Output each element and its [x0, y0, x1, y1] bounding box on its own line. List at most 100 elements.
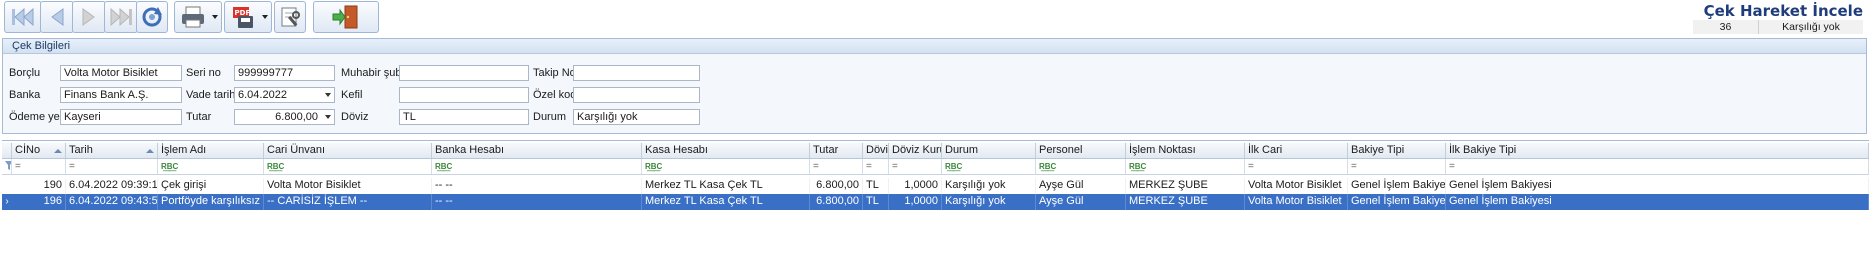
column-header-tarih[interactable]: Tarih	[66, 143, 158, 158]
table-row[interactable]: 190 6.04.2022 09:39:16 Çek girişi Volta …	[2, 178, 1869, 194]
status-row: 36 Karşılığı yok	[1693, 20, 1863, 34]
ozel-kod-field[interactable]	[573, 87, 700, 103]
cell-kasa-hesabi: Merkez TL Kasa Çek TL	[642, 178, 810, 194]
seri-no-field[interactable]: 999999777	[234, 65, 335, 81]
first-record-button[interactable]	[4, 1, 42, 33]
cell-tarih: 6.04.2022 09:39:16	[66, 178, 158, 194]
filter-cell-ilk-cari[interactable]: =	[1245, 159, 1348, 174]
last-record-button[interactable]	[104, 1, 138, 33]
muhabir-sube-field[interactable]	[399, 65, 529, 81]
next-record-button[interactable]	[72, 1, 106, 33]
print-button[interactable]	[174, 1, 222, 33]
first-record-icon	[12, 7, 34, 27]
cell-durum: Karşılığı yok	[942, 194, 1036, 210]
durum-field[interactable]: Karşılığı yok	[573, 109, 700, 125]
cell-tutar: 6.800,00	[810, 194, 863, 210]
column-header-doviz-kuru[interactable]: Döviz Kuru	[889, 143, 942, 158]
odeme-yeri-field[interactable]: Kayseri	[60, 109, 182, 125]
seri-no-label: Seri no	[186, 67, 221, 79]
tools-button[interactable]	[274, 1, 306, 33]
record-count: 36	[1719, 21, 1732, 33]
column-header-ilk-bakiye-tipi[interactable]: İlk Bakiye Tipi	[1446, 143, 1869, 158]
kefil-label: Kefil	[341, 89, 363, 101]
page-title: Çek Hareket İncele	[1703, 2, 1863, 20]
odeme-yeri-label: Ödeme yeri	[9, 111, 66, 123]
table-row-selected[interactable]: › 196 6.04.2022 09:43:54 Portföyde karşı…	[2, 194, 1869, 210]
column-header-banka-hesabi[interactable]: Banka Hesabı	[432, 143, 642, 158]
tutar-value: 6.800,00	[275, 111, 318, 123]
group-title: Çek Bilgileri	[3, 39, 1866, 54]
cell-bakiye-tipi: Genel İşlem Bakiyesi	[1348, 194, 1446, 210]
column-header-label: CİNo	[15, 144, 41, 156]
cell-ilk-bakiye-tipi: Genel İşlem Bakiyesi	[1446, 194, 1869, 210]
cell-personel: Ayşe Gül	[1036, 178, 1126, 194]
filter-cell-islem-noktasi[interactable]: R͟B͟C	[1126, 159, 1245, 174]
banka-label: Banka	[9, 89, 41, 101]
doviz-label: Döviz	[341, 111, 369, 123]
refresh-button[interactable]	[136, 1, 168, 33]
row-indicator	[2, 178, 12, 194]
previous-record-icon	[51, 8, 64, 26]
column-header-islem-noktasi[interactable]: İşlem Noktası	[1126, 143, 1245, 158]
column-header-durum[interactable]: Durum	[942, 143, 1036, 158]
column-header-kasa-hesabi[interactable]: Kasa Hesabı	[642, 143, 810, 158]
cell-banka-hesabi: -- --	[432, 194, 642, 210]
vade-tarihi-field[interactable]: 6.04.2022	[234, 87, 335, 103]
filter-cell-kasa-hesabi[interactable]: R͟B͟C	[642, 159, 810, 174]
exit-door-icon	[332, 5, 358, 29]
refresh-icon	[142, 7, 162, 27]
column-header-islem-adi[interactable]: İşlem Adı	[158, 143, 264, 158]
cell-banka-hesabi: -- --	[432, 178, 642, 194]
filter-cell-doviz-kuru[interactable]: =	[889, 159, 942, 174]
filter-cell-doviz[interactable]: =	[863, 159, 889, 174]
grid-filter-row: = = R͟B͟C R͟B͟C R͟B͟C R͟B͟C = = = R͟B͟C …	[2, 159, 1869, 175]
tutar-field[interactable]: 6.800,00	[234, 109, 335, 125]
print-dropdown-icon[interactable]	[212, 15, 218, 19]
filter-cell-durum[interactable]: R͟B͟C	[942, 159, 1036, 174]
pdf-dropdown-icon[interactable]	[262, 15, 268, 19]
filter-cell-banka-hesabi[interactable]: R͟B͟C	[432, 159, 642, 174]
kefil-field[interactable]	[399, 87, 529, 103]
column-header-ilk-cari[interactable]: İlk Cari	[1245, 143, 1348, 158]
cell-doviz: TL	[863, 194, 889, 210]
cell-bakiye-tipi: Genel İşlem Bakiyesi	[1348, 178, 1446, 194]
tutar-dropdown-icon[interactable]	[325, 115, 331, 119]
hareket-grid: CİNo Tarih İşlem Adı Cari Ünvanı Banka H…	[2, 140, 1869, 254]
column-header-tutar[interactable]: Tutar	[810, 143, 863, 158]
pdf-save-button[interactable]: PDF	[224, 1, 272, 33]
filter-cell-ilk-bakiye-tipi[interactable]: =	[1446, 159, 1869, 174]
cell-cino: 196	[12, 194, 66, 210]
filter-cell-cari-unvani[interactable]: R͟B͟C	[264, 159, 432, 174]
status-text: Karşılığı yok	[1758, 20, 1863, 34]
filter-cell-personel[interactable]: R͟B͟C	[1036, 159, 1126, 174]
cell-durum: Karşılığı yok	[942, 178, 1036, 194]
grid-header-row: CİNo Tarih İşlem Adı Cari Ünvanı Banka H…	[2, 143, 1869, 159]
filter-cell-bakiye-tipi[interactable]: =	[1348, 159, 1446, 174]
cell-islem-adi: Portföyde karşılıksız	[158, 194, 264, 210]
filter-cell-tutar[interactable]: =	[810, 159, 863, 174]
banka-field[interactable]: Finans Bank A.Ş.	[60, 87, 182, 103]
column-header-bakiye-tipi[interactable]: Bakiye Tipi	[1348, 143, 1446, 158]
column-header-personel[interactable]: Personel	[1036, 143, 1126, 158]
cell-tutar: 6.800,00	[810, 178, 863, 194]
column-header-cino[interactable]: CİNo	[12, 143, 66, 158]
row-pointer-icon: ›	[5, 196, 9, 207]
borclu-field[interactable]: Volta Motor Bisiklet	[60, 65, 182, 81]
borclu-label: Borçlu	[9, 67, 41, 79]
next-record-icon	[82, 8, 95, 26]
takip-no-field[interactable]	[573, 65, 700, 81]
previous-record-button[interactable]	[40, 1, 74, 33]
filter-cell-cino[interactable]: =	[12, 159, 66, 174]
toolbar: PDF Çek Hareket İncele 36 Karşılığı yok	[0, 0, 1869, 34]
filter-cell-islem-adi[interactable]: R͟B͟C	[158, 159, 264, 174]
filter-cell-tarih[interactable]: =	[66, 159, 158, 174]
column-header-label: Tarih	[69, 144, 93, 156]
cell-ilk-bakiye-tipi: Genel İşlem Bakiyesi	[1446, 178, 1869, 194]
column-header-cari-unvani[interactable]: Cari Ünvanı	[264, 143, 432, 158]
exit-button[interactable]	[313, 1, 379, 33]
tools-icon	[281, 7, 300, 27]
column-header-doviz[interactable]: Döviz	[863, 143, 889, 158]
cek-bilgileri-group: Çek Bilgileri Borçlu Volta Motor Bisikle…	[2, 38, 1867, 134]
doviz-field[interactable]: TL	[399, 109, 529, 125]
date-dropdown-icon[interactable]	[325, 93, 331, 97]
